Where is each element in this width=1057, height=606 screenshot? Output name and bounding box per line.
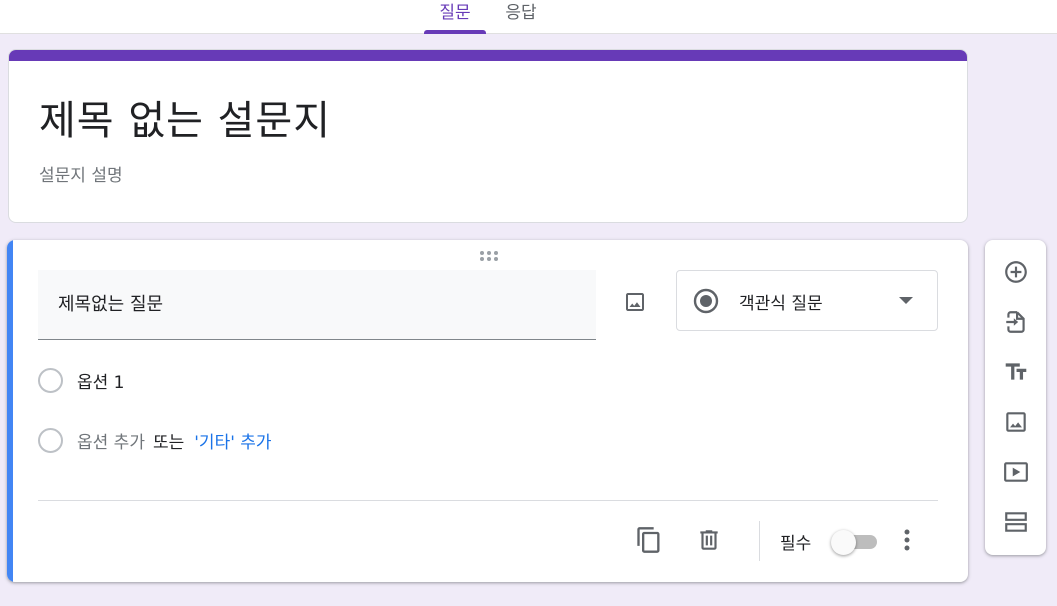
side-toolbar (985, 240, 1046, 555)
or-label: 또는 (152, 432, 185, 453)
add-circle-icon (1005, 261, 1027, 283)
add-other-link[interactable]: '기타' 추가 (194, 428, 271, 453)
delete-button[interactable] (693, 524, 725, 556)
add-section-button[interactable] (999, 505, 1033, 539)
form-description[interactable]: 설문지 설명 (39, 161, 123, 186)
tab-responses[interactable]: 응답 (496, 0, 546, 32)
active-tab-indicator (424, 30, 486, 34)
top-tab-bar: 질문 응답 (0, 0, 1057, 34)
option-item: 옵션 1 (38, 367, 125, 393)
header-accent-bar (9, 50, 967, 61)
toggle-thumb (831, 530, 856, 555)
question-title-text: 제목없는 질문 (58, 294, 164, 315)
option-label[interactable]: 옵션 1 (77, 368, 125, 393)
tab-questions[interactable]: 질문 (424, 0, 486, 32)
add-question-button[interactable] (999, 255, 1033, 289)
duplicate-button[interactable] (633, 524, 665, 556)
add-option-row: 옵션 추가 또는 '기타' 추가 (38, 427, 272, 453)
tab-responses-label: 응답 (505, 3, 537, 23)
active-card-indicator (7, 240, 13, 582)
trash-icon (700, 530, 718, 550)
video-icon (1004, 462, 1028, 482)
section-icon (1005, 512, 1027, 532)
tab-questions-label: 질문 (439, 3, 471, 23)
import-questions-button[interactable] (999, 305, 1033, 339)
more-vert-icon (904, 529, 910, 551)
import-icon (1006, 311, 1025, 333)
form-title[interactable]: 제목 없는 설문지 (39, 88, 331, 146)
drag-handle-icon[interactable] (479, 250, 499, 262)
image-icon (1006, 412, 1026, 432)
question-card[interactable]: 제목없는 질문 객관식 질문 옵션 1 옵션 추가 또는 '기타' 추가 필수 (7, 240, 968, 582)
copy-icon (637, 527, 660, 553)
required-toggle[interactable] (831, 530, 879, 555)
radio-icon (38, 427, 63, 453)
radio-icon (38, 367, 63, 393)
add-title-button[interactable] (999, 355, 1033, 389)
question-title-input[interactable]: 제목없는 질문 (38, 270, 596, 340)
add-image-tool-button[interactable] (999, 405, 1033, 439)
question-type-label: 객관식 질문 (739, 294, 823, 314)
text-fields-icon (1005, 363, 1027, 380)
more-options-button[interactable] (895, 524, 919, 556)
radio-checked-icon (693, 288, 719, 314)
required-label: 필수 (780, 534, 812, 554)
footer-separator (759, 521, 760, 561)
form-header-card[interactable]: 제목 없는 설문지 설문지 설명 (8, 49, 968, 223)
question-type-dropdown[interactable]: 객관식 질문 (676, 270, 938, 331)
add-image-button[interactable] (619, 286, 651, 318)
add-video-button[interactable] (999, 455, 1033, 489)
add-option-button[interactable]: 옵션 추가 (77, 428, 145, 453)
footer-divider (38, 500, 938, 501)
dropdown-arrow-icon (899, 297, 913, 304)
image-icon (626, 293, 644, 311)
